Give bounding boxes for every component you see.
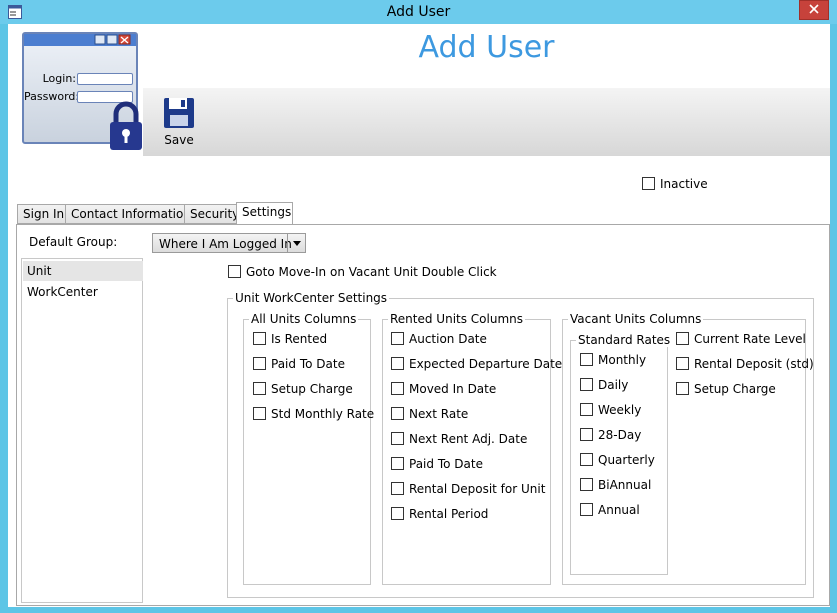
standard-rates-weekly-checkbox[interactable] xyxy=(580,403,593,416)
default-group-label: Default Group: xyxy=(29,235,118,249)
logo-password-label: Password: xyxy=(24,90,80,103)
standard-rates-annual-checkbox[interactable] xyxy=(580,503,593,516)
save-button-label: Save xyxy=(164,133,194,147)
toolbar xyxy=(143,88,830,156)
default-group-value: Where I Am Logged In xyxy=(159,237,292,251)
all-units-setup-charge-checkbox[interactable] xyxy=(253,382,266,395)
vacant-units-setup-charge-label: Setup Charge xyxy=(694,382,776,396)
rented-units-rental-deposit-for-unit-label: Rental Deposit for Unit xyxy=(409,482,546,496)
all-units-setup-charge-label: Setup Charge xyxy=(271,382,353,396)
unit-workcenter-settings-title: Unit WorkCenter Settings xyxy=(233,291,390,305)
standard-rates-annual-label: Annual xyxy=(598,503,640,517)
rented-units-title: Rented Units Columns xyxy=(388,312,526,326)
standard-rates-monthly-label: Monthly xyxy=(598,353,647,367)
rented-units-next-rate-checkbox[interactable] xyxy=(391,407,404,420)
standard-rates-28-day-label: 28-Day xyxy=(598,428,642,442)
rented-units-expected-departure-date-label: Expected Departure Date xyxy=(409,357,563,371)
inactive-label: Inactive xyxy=(660,177,708,191)
tab-contact-information[interactable]: Contact Information xyxy=(65,204,191,224)
window-title: Add User xyxy=(386,4,451,20)
rented-units-paid-to-date-checkbox[interactable] xyxy=(391,457,404,470)
goto-move-in-checkbox[interactable] xyxy=(228,265,241,278)
close-icon xyxy=(809,4,819,14)
standard-rates-daily-checkbox[interactable] xyxy=(580,378,593,391)
vacant-units-rental-deposit-std-label: Rental Deposit (std) xyxy=(694,357,814,371)
logo-window-controls-icon xyxy=(94,34,131,45)
all-units-is-rented-label: Is Rented xyxy=(271,332,328,346)
all-units-is-rented-checkbox[interactable] xyxy=(253,332,266,345)
standard-rates-28-day-checkbox[interactable] xyxy=(580,428,593,441)
rented-units-auction-date-label: Auction Date xyxy=(409,332,487,346)
lock-icon xyxy=(110,101,142,150)
rented-units-rental-deposit-for-unit-checkbox[interactable] xyxy=(391,482,404,495)
standard-rates-biannual-checkbox[interactable] xyxy=(580,478,593,491)
vacant-units-rental-deposit-std-checkbox[interactable] xyxy=(676,357,689,370)
chevron-down-icon xyxy=(293,241,301,246)
rented-units-next-rent-adj-date-label: Next Rent Adj. Date xyxy=(409,432,528,446)
rented-units-rental-period-label: Rental Period xyxy=(409,507,489,521)
logo-login-field xyxy=(77,73,133,85)
standard-rates-daily-label: Daily xyxy=(598,378,629,392)
tab-security[interactable]: Security xyxy=(184,204,239,224)
logo-login-label: Login: xyxy=(42,72,76,85)
app-window: Add User Login: Password: Add User Save … xyxy=(0,0,837,613)
goto-move-in-label: Goto Move-In on Vacant Unit Double Click xyxy=(246,265,497,279)
all-units-paid-to-date-label: Paid To Date xyxy=(271,357,345,371)
rented-units-rental-period-checkbox[interactable] xyxy=(391,507,404,520)
vacant-units-current-rate-level-label: Current Rate Level xyxy=(694,332,806,346)
all-units-std-monthly-rate-checkbox[interactable] xyxy=(253,407,266,420)
rented-units-paid-to-date-label: Paid To Date xyxy=(409,457,483,471)
rented-units-next-rent-adj-date-checkbox[interactable] xyxy=(391,432,404,445)
standard-rates-quarterly-label: Quarterly xyxy=(598,453,655,467)
rented-units-expected-departure-date-checkbox[interactable] xyxy=(391,357,404,370)
vacant-units-current-rate-level-checkbox[interactable] xyxy=(676,332,689,345)
all-units-title: All Units Columns xyxy=(249,312,359,326)
list-item-unit[interactable]: Unit xyxy=(23,261,143,281)
standard-rates-title: Standard Rates xyxy=(576,333,673,347)
rented-units-moved-in-date-checkbox[interactable] xyxy=(391,382,404,395)
rented-units-auction-date-checkbox[interactable] xyxy=(391,332,404,345)
dropdown-arrow[interactable] xyxy=(287,234,305,252)
tab-settings[interactable]: Settings xyxy=(236,202,293,225)
close-button[interactable] xyxy=(799,0,829,20)
vacant-units-setup-charge-checkbox[interactable] xyxy=(676,382,689,395)
floppy-disk-icon xyxy=(164,98,194,128)
tab-sign-in[interactable]: Sign In xyxy=(17,204,66,224)
standard-rates-monthly-checkbox[interactable] xyxy=(580,353,593,366)
all-units-paid-to-date-checkbox[interactable] xyxy=(253,357,266,370)
inactive-checkbox[interactable] xyxy=(642,177,655,190)
rented-units-next-rate-label: Next Rate xyxy=(409,407,469,421)
rented-units-moved-in-date-label: Moved In Date xyxy=(409,382,497,396)
standard-rates-biannual-label: BiAnnual xyxy=(598,478,652,492)
default-group-select[interactable]: Where I Am Logged In xyxy=(152,233,306,253)
logo-title-bar xyxy=(24,34,136,46)
list-item-workcenter[interactable]: WorkCenter xyxy=(23,282,143,302)
save-button[interactable]: Save xyxy=(160,96,198,150)
settings-category-list[interactable]: Unit WorkCenter xyxy=(21,258,143,603)
title-bar[interactable]: Add User xyxy=(0,0,837,24)
all-units-std-monthly-rate-label: Std Monthly Rate xyxy=(271,407,375,421)
standard-rates-weekly-label: Weekly xyxy=(598,403,642,417)
page-title: Add User xyxy=(418,30,555,65)
standard-rates-quarterly-checkbox[interactable] xyxy=(580,453,593,466)
vacant-units-title: Vacant Units Columns xyxy=(568,312,704,326)
